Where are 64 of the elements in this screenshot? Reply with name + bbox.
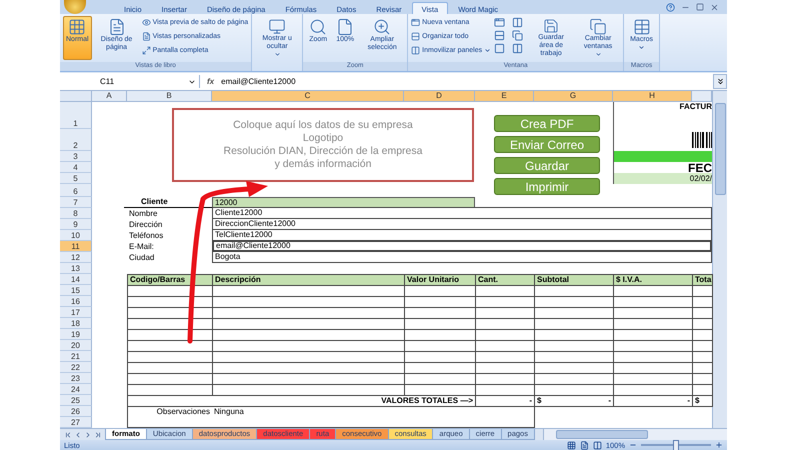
row-header[interactable]: 20 bbox=[60, 340, 92, 351]
column-header[interactable]: B bbox=[127, 91, 212, 102]
row-header[interactable]: 11 bbox=[60, 241, 92, 252]
row-header[interactable]: 1 bbox=[60, 102, 92, 129]
field-value[interactable]: TelCliente12000 bbox=[212, 229, 712, 241]
placeholder-text: Logotipo bbox=[302, 132, 344, 145]
row-header[interactable]: 14 bbox=[60, 274, 92, 285]
row-header[interactable]: 4 bbox=[60, 162, 92, 173]
row-header[interactable]: 5 bbox=[60, 173, 92, 184]
row-header[interactable]: 8 bbox=[60, 208, 92, 219]
observations-label: Observaciones bbox=[156, 406, 211, 417]
column-heading: Descripción bbox=[212, 274, 405, 286]
row-header[interactable]: 22 bbox=[60, 362, 92, 373]
column-heading: $ I.V.A. bbox=[613, 274, 693, 286]
total-value: $ - bbox=[534, 395, 614, 407]
column-header[interactable]: D bbox=[404, 91, 475, 102]
row-header[interactable]: 7 bbox=[60, 197, 92, 208]
totals-label: VALORES TOTALES —> bbox=[127, 395, 476, 407]
row-header[interactable]: 3 bbox=[60, 151, 92, 162]
placeholder-text: y demás información bbox=[274, 158, 372, 171]
row-header[interactable]: 27 bbox=[60, 417, 92, 428]
field-value[interactable]: Bogota bbox=[212, 251, 712, 263]
column-header[interactable]: E bbox=[475, 91, 534, 102]
field-label: Teléfonos bbox=[128, 230, 164, 241]
row-header[interactable]: 12 bbox=[60, 252, 92, 263]
row-header[interactable]: 2 bbox=[60, 129, 92, 151]
row-header[interactable]: 21 bbox=[60, 351, 92, 362]
field-label: Nombre bbox=[128, 208, 158, 219]
insert-function-button[interactable]: fx bbox=[204, 77, 218, 86]
observations-value[interactable]: Ninguna bbox=[212, 406, 404, 417]
column-header[interactable]: A bbox=[92, 91, 127, 102]
row-header[interactable]: 17 bbox=[60, 307, 92, 318]
column-header[interactable]: G bbox=[534, 91, 613, 102]
row-header[interactable]: 19 bbox=[60, 329, 92, 340]
row-header[interactable]: 23 bbox=[60, 373, 92, 384]
placeholder-text: Resolución DIAN, Dirección de la empresa bbox=[223, 145, 422, 158]
field-label: Dirección bbox=[128, 219, 164, 230]
field-value[interactable]: email@Cliente12000 bbox=[212, 240, 712, 252]
row-header[interactable]: 6 bbox=[60, 184, 92, 197]
row-header[interactable]: 15 bbox=[60, 285, 92, 296]
row-header[interactable]: 26 bbox=[60, 406, 92, 417]
field-value[interactable]: Cliente12000 bbox=[212, 207, 712, 219]
row-header[interactable]: 13 bbox=[60, 263, 92, 274]
column-heading: Valor Unitario bbox=[404, 274, 476, 286]
column-heading: Subtotal bbox=[534, 274, 614, 286]
placeholder-text: Coloque aquí los datos de su empresa bbox=[233, 119, 413, 132]
row-header[interactable]: 10 bbox=[60, 230, 92, 241]
column-heading: Cant. bbox=[475, 274, 535, 286]
column-header[interactable]: C bbox=[212, 91, 404, 102]
row-header[interactable]: 16 bbox=[60, 296, 92, 307]
date-value: 02/02/ bbox=[613, 173, 712, 184]
formula-field[interactable]: email@Cliente12000 bbox=[221, 77, 709, 86]
field-label: Ciudad bbox=[128, 252, 156, 263]
row-header[interactable]: 25 bbox=[60, 395, 92, 406]
field-label: E-Mail: bbox=[128, 241, 155, 252]
row-header[interactable]: 9 bbox=[60, 219, 92, 230]
client-id-field[interactable]: 12000 bbox=[212, 197, 475, 208]
total-value: $ bbox=[692, 395, 713, 407]
name-box[interactable]: C11 bbox=[60, 75, 200, 88]
row-header[interactable]: 24 bbox=[60, 384, 92, 395]
field-value[interactable]: DireccionCliente12000 bbox=[212, 218, 712, 230]
row-header[interactable]: 18 bbox=[60, 318, 92, 329]
column-header[interactable]: H bbox=[613, 91, 692, 102]
column-heading: Tota bbox=[692, 274, 713, 286]
